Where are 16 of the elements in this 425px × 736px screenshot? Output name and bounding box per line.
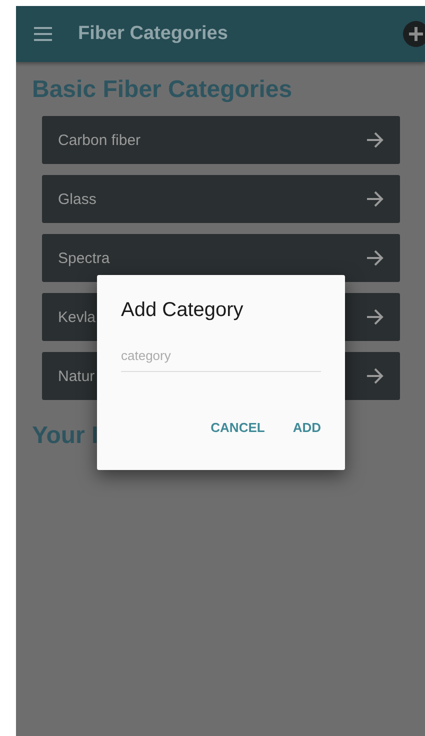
menu-icon[interactable] bbox=[34, 27, 52, 41]
add-icon[interactable] bbox=[403, 21, 425, 47]
arrow-icon bbox=[366, 250, 384, 266]
add-button[interactable]: ADD bbox=[288, 416, 325, 439]
arrow-icon bbox=[366, 368, 384, 384]
category-item[interactable]: Carbon fiber bbox=[42, 116, 400, 164]
arrow-icon bbox=[366, 309, 384, 325]
section-heading: Basic Fiber Categories bbox=[32, 76, 292, 104]
arrow-icon bbox=[366, 132, 384, 148]
app-title: Fiber Categories bbox=[78, 23, 229, 45]
category-input-field[interactable]: category bbox=[121, 344, 321, 372]
category-item[interactable]: Spectra bbox=[42, 234, 400, 282]
arrow-icon bbox=[366, 191, 384, 207]
category-item[interactable]: Glass bbox=[42, 175, 400, 223]
dialog-title: Add Category bbox=[121, 299, 244, 322]
cancel-button[interactable]: CANCEL bbox=[206, 416, 269, 439]
